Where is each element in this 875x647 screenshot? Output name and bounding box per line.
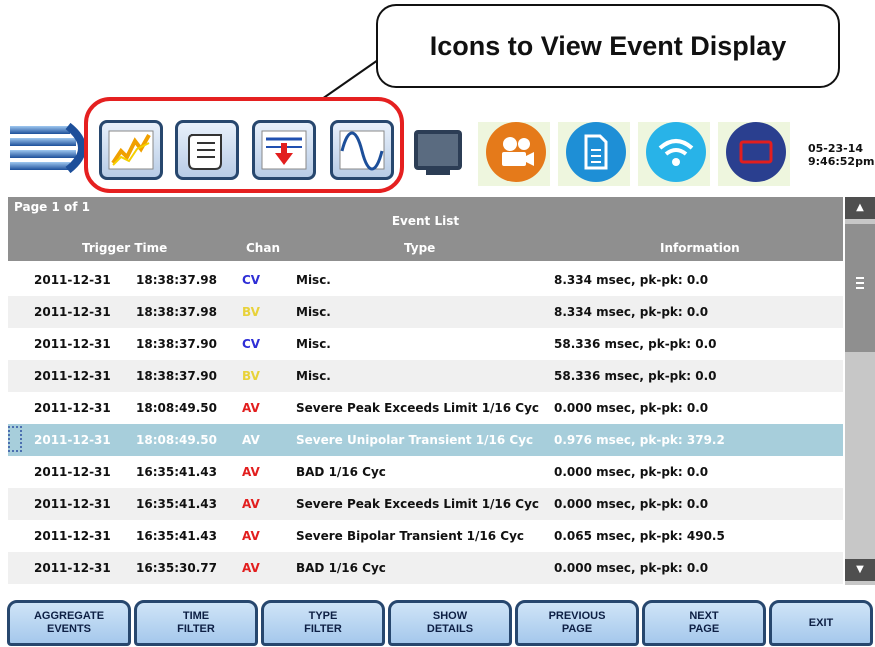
row-chan: AV (242, 433, 260, 447)
row-time: 18:38:37.90 (136, 337, 217, 351)
row-type: Severe Peak Exceeds Limit 1/16 Cyc (296, 401, 540, 415)
date-text: 05-23-14 (808, 142, 864, 155)
row-time: 18:08:49.50 (136, 401, 217, 415)
row-chan: BV (242, 305, 260, 319)
table-row[interactable]: 2011-12-31 18:38:37.98 BV Misc. 8.334 ms… (8, 296, 843, 328)
callout-text: Icons to View Event Display (429, 30, 787, 61)
table-row[interactable]: 2011-12-31 16:35:41.43 AV BAD 1/16 Cyc 0… (8, 456, 843, 488)
row-time: 16:35:41.43 (136, 529, 217, 543)
row-time: 18:08:49.50 (136, 433, 217, 447)
show-details-button[interactable]: SHOW DETAILS (388, 600, 512, 646)
row-date: 2011-12-31 (34, 273, 111, 287)
row-info: 58.336 msec, pk-pk: 0.0 (554, 337, 717, 351)
row-date: 2011-12-31 (34, 497, 111, 511)
row-date: 2011-12-31 (34, 401, 111, 415)
row-info: 0.000 msec, pk-pk: 0.0 (554, 561, 709, 575)
column-information[interactable]: Information (660, 241, 740, 255)
row-type: Severe Bipolar Transient 1/16 Cyc (296, 529, 525, 543)
row-info: 0.976 msec, pk-pk: 379.2 (554, 433, 725, 447)
screen-icon[interactable] (726, 122, 786, 182)
document-icon[interactable] (566, 122, 626, 182)
event-list-header: Page 1 of 1 Event List Trigger Time Chan… (8, 197, 843, 261)
page-info: Page 1 of 1 (14, 200, 90, 214)
row-chan: AV (242, 561, 260, 575)
row-time: 18:38:37.98 (136, 305, 217, 319)
scroll-down-arrow-icon[interactable]: ▼ (845, 559, 875, 581)
vertical-scrollbar[interactable]: ▲ ▼ (845, 197, 875, 585)
row-info: 0.065 msec, pk-pk: 490.5 (554, 529, 725, 543)
row-chan: AV (242, 497, 260, 511)
table-row-selected[interactable]: 2011-12-31 18:08:49.50 AV Severe Unipola… (8, 424, 843, 456)
row-chan: CV (242, 337, 261, 351)
row-info: 58.336 msec, pk-pk: 0.0 (554, 369, 717, 383)
time-text: 9:46:52pm (808, 155, 875, 168)
previous-page-button[interactable]: PREVIOUS PAGE (515, 600, 639, 646)
selection-marker (8, 426, 22, 452)
callout-box: Icons to View Event Display (376, 4, 840, 88)
row-date: 2011-12-31 (34, 465, 111, 479)
row-date: 2011-12-31 (34, 529, 111, 543)
table-row[interactable]: 2011-12-31 18:38:37.98 CV Misc. 8.334 ms… (8, 264, 843, 296)
row-chan: AV (242, 465, 260, 479)
row-time: 18:38:37.98 (136, 273, 217, 287)
time-filter-button[interactable]: TIME FILTER (134, 600, 258, 646)
grip-icon (856, 277, 864, 289)
event-list-panel: Page 1 of 1 Event List Trigger Time Chan… (8, 197, 843, 585)
row-type: Misc. (296, 305, 331, 319)
row-chan: AV (242, 529, 260, 543)
monitor-icon[interactable] (410, 124, 466, 180)
wifi-icon[interactable] (646, 122, 706, 182)
column-chan[interactable]: Chan (246, 241, 280, 255)
row-info: 0.000 msec, pk-pk: 0.0 (554, 401, 709, 415)
row-time: 16:35:41.43 (136, 497, 217, 511)
scrollbar-thumb[interactable] (845, 224, 875, 352)
next-page-button[interactable]: NEXT PAGE (642, 600, 766, 646)
table-row[interactable]: 2011-12-31 18:38:37.90 CV Misc. 58.336 m… (8, 328, 843, 360)
row-type: BAD 1/16 Cyc (296, 465, 386, 479)
column-trigger-time[interactable]: Trigger Time (82, 241, 167, 255)
row-type: Misc. (296, 337, 331, 351)
row-type: Misc. (296, 369, 331, 383)
row-info: 0.000 msec, pk-pk: 0.0 (554, 465, 709, 479)
row-type: Misc. (296, 273, 331, 287)
row-time: 18:38:37.90 (136, 369, 217, 383)
row-chan: BV (242, 369, 260, 383)
type-filter-button[interactable]: TYPE FILTER (261, 600, 385, 646)
table-row[interactable]: 2011-12-31 16:35:30.77 AV BAD 1/16 Cyc 0… (8, 552, 843, 584)
row-date: 2011-12-31 (34, 561, 111, 575)
row-date: 2011-12-31 (34, 305, 111, 319)
row-chan: CV (242, 273, 261, 287)
row-chan: AV (242, 401, 260, 415)
row-info: 8.334 msec, pk-pk: 0.0 (554, 273, 709, 287)
table-row[interactable]: 2011-12-31 16:35:41.43 AV Severe Peak Ex… (8, 488, 843, 520)
column-type[interactable]: Type (404, 241, 435, 255)
row-type: Severe Peak Exceeds Limit 1/16 Cyc (296, 497, 540, 511)
scroll-up-arrow-icon[interactable]: ▲ (845, 197, 875, 219)
row-time: 16:35:30.77 (136, 561, 217, 575)
row-date: 2011-12-31 (34, 369, 111, 383)
row-date: 2011-12-31 (34, 337, 111, 351)
table-row[interactable]: 2011-12-31 18:08:49.50 AV Severe Peak Ex… (8, 392, 843, 424)
row-date: 2011-12-31 (34, 433, 111, 447)
table-row[interactable]: 2011-12-31 16:35:41.43 AV Severe Bipolar… (8, 520, 843, 552)
table-row[interactable]: 2011-12-31 18:38:37.90 BV Misc. 58.336 m… (8, 360, 843, 392)
aggregate-events-button[interactable]: AGGREGATE EVENTS (7, 600, 131, 646)
row-info: 8.334 msec, pk-pk: 0.0 (554, 305, 709, 319)
row-time: 16:35:41.43 (136, 465, 217, 479)
exit-button[interactable]: EXIT (769, 600, 873, 646)
row-type: BAD 1/16 Cyc (296, 561, 386, 575)
event-list-title: Event List (391, 214, 460, 228)
video-camera-icon[interactable] (486, 122, 546, 182)
row-type: Severe Unipolar Transient 1/16 Cyc (296, 433, 534, 447)
date-time-stamp: 05-23-14 9:46:52pm (808, 142, 874, 168)
icon-highlight-ring (84, 97, 404, 193)
row-info: 0.000 msec, pk-pk: 0.0 (554, 497, 709, 511)
